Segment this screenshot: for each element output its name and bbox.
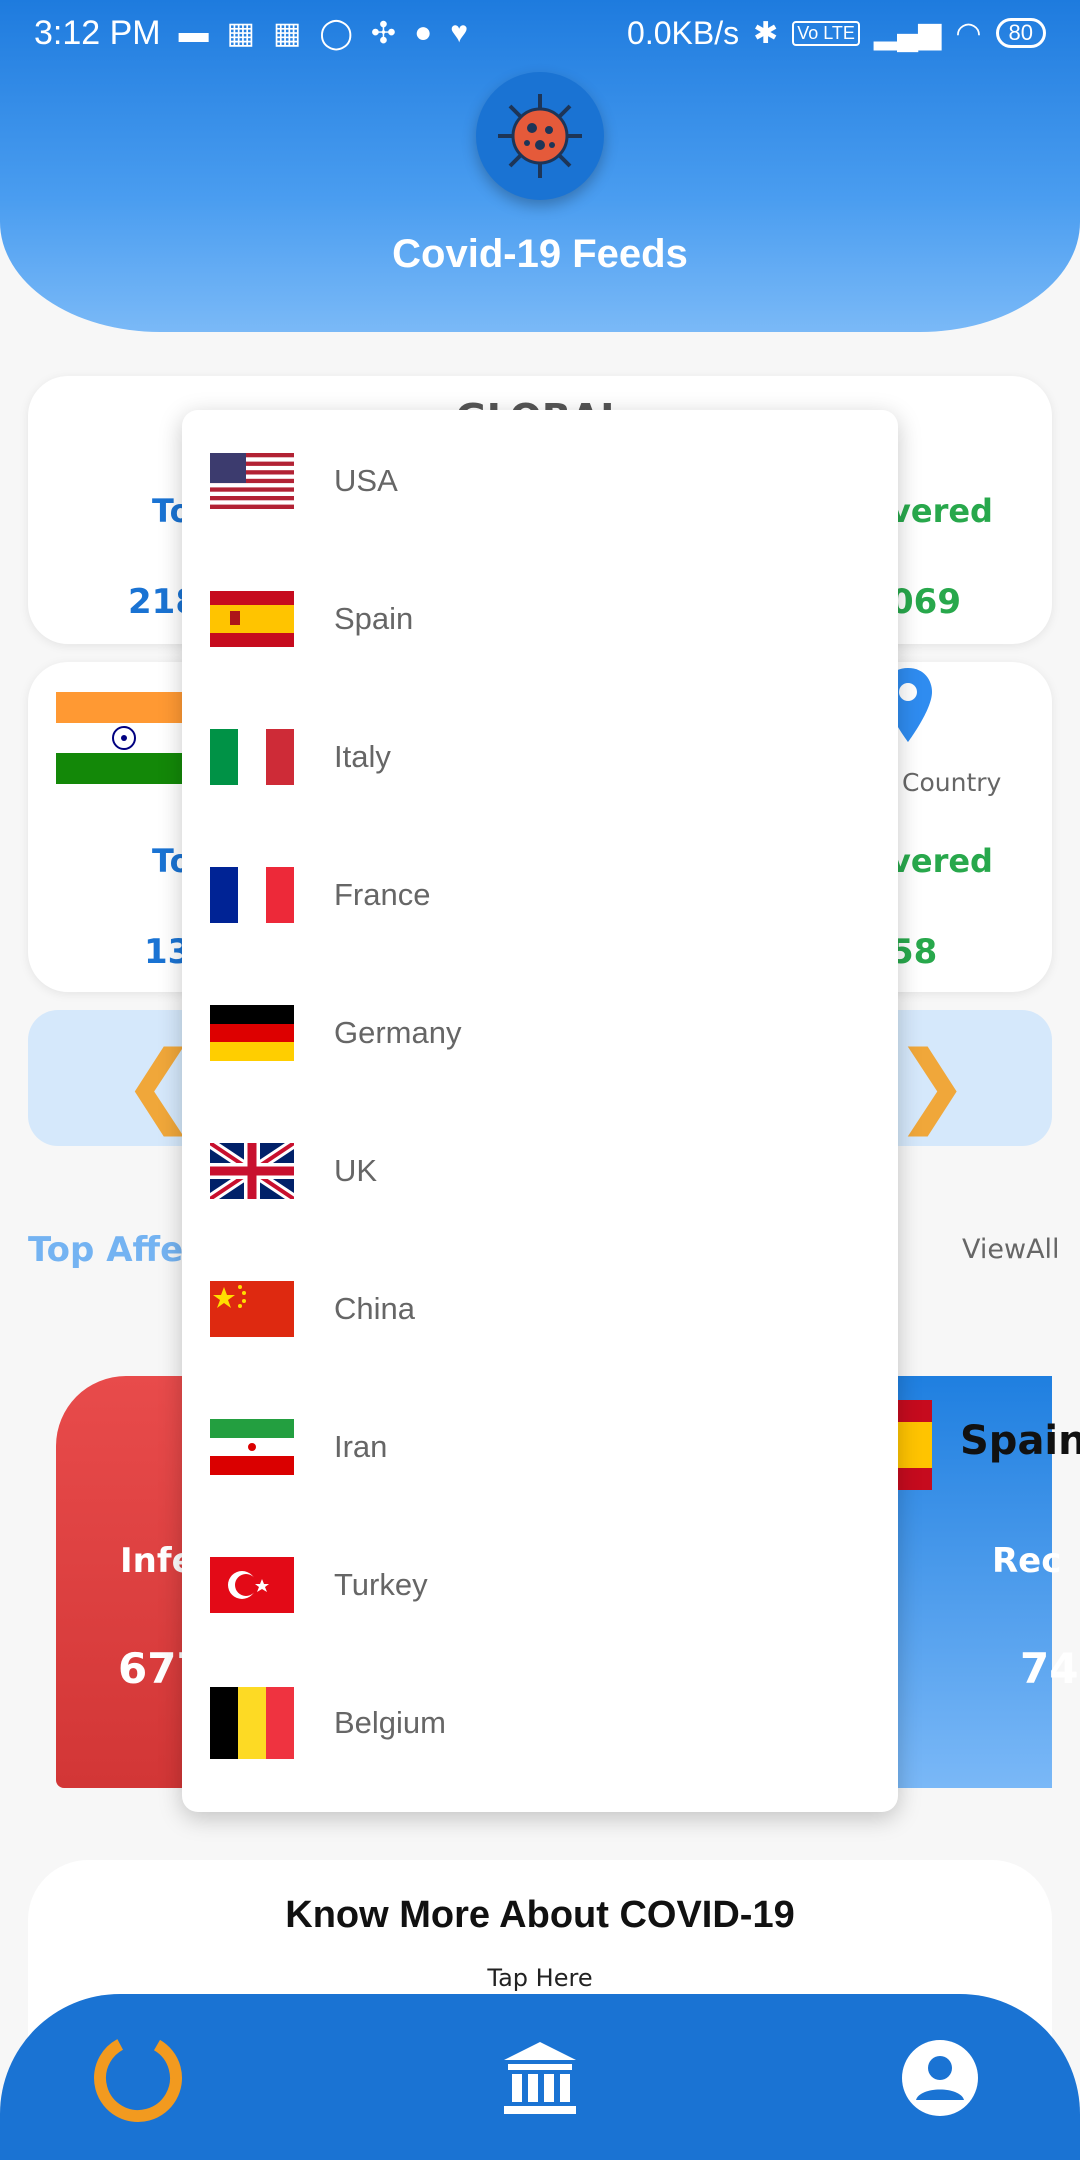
dropdown-item-uk[interactable]: UK <box>182 1102 898 1240</box>
dropdown-item-label: Spain <box>334 601 414 636</box>
know-more-subtitle[interactable]: Tap Here <box>28 1964 1052 1992</box>
drop-icon: ● <box>414 16 433 49</box>
dropdown-item-turkey[interactable]: Turkey <box>182 1516 898 1654</box>
dropdown-item-label: Italy <box>334 739 391 774</box>
france-flag <box>210 867 294 923</box>
dropdown-item-label: Turkey <box>334 1567 428 1602</box>
bank-icon[interactable] <box>492 2030 588 2126</box>
dropdown-item-label: USA <box>334 463 398 498</box>
dropdown-item-label: Germany <box>334 1015 462 1050</box>
dropdown-item-label: France <box>334 877 431 912</box>
network-speed: 0.0KB/s <box>627 14 740 51</box>
status-bar: 3:12 PM ▬ ▦ ▦ ◯ ✣ ● ♥ 0.0KB/s ✱ Vo LTE ▂… <box>0 0 1080 66</box>
spain-recovered-label: Rec <box>992 1541 1062 1581</box>
china-flag <box>210 1281 294 1337</box>
signal-icon: ▂▄▆ <box>873 16 942 50</box>
dropdown-item-usa[interactable]: USA <box>182 412 898 550</box>
heart-icon: ♥ <box>450 16 468 49</box>
battery-indicator: 80 <box>995 18 1046 48</box>
dropdown-item-label: China <box>334 1291 415 1326</box>
spain-flag <box>210 591 294 647</box>
volte-badge: Vo LTE <box>792 20 860 46</box>
search-app-icon: ◯ <box>319 16 353 50</box>
italy-flag <box>210 729 294 785</box>
profile-icon[interactable] <box>892 2030 988 2126</box>
belgium-flag <box>210 1687 294 1759</box>
global-recovered-value: 069 <box>890 582 961 622</box>
bottom-nav <box>0 1994 1080 2160</box>
stats-ring-icon[interactable] <box>90 2030 186 2126</box>
bluetooth-icon: ✱ <box>753 16 779 50</box>
status-time: 3:12 PM <box>34 13 161 52</box>
dropdown-item-spain[interactable]: Spain <box>182 550 898 688</box>
calc-icon: ▦ <box>226 16 255 50</box>
country-dropdown: USA Spain Italy France Germany UK China … <box>182 410 898 1812</box>
dropdown-item-iran[interactable]: Iran <box>182 1378 898 1516</box>
wifi-icon: ◠ <box>955 16 982 50</box>
dropdown-item-label: Iran <box>334 1429 388 1464</box>
chevron-right-icon[interactable]: ❯ <box>894 1032 969 1137</box>
dropdown-item-germany[interactable]: Germany <box>182 964 898 1102</box>
iran-flag <box>210 1419 294 1475</box>
dropdown-item-china[interactable]: China <box>182 1240 898 1378</box>
dropdown-item-italy[interactable]: Italy <box>182 688 898 826</box>
virus-icon <box>476 72 604 200</box>
dropdown-item-france[interactable]: France <box>182 826 898 964</box>
spain-name: Spain <box>960 1418 1080 1464</box>
spain-recovered-value: 74 <box>1020 1644 1079 1693</box>
uk-flag <box>210 1143 294 1199</box>
dropdown-item-label: UK <box>334 1153 378 1188</box>
usa-flag <box>210 453 294 509</box>
fan-icon: ✣ <box>370 16 397 50</box>
global-recovered-label: vered <box>890 492 993 530</box>
turkey-flag <box>210 1557 294 1613</box>
app-title: Covid-19 Feeds <box>392 232 688 276</box>
select-country-label[interactable]: Country <box>902 768 1001 797</box>
dropdown-item-belgium[interactable]: Belgium <box>182 1654 898 1792</box>
message-icon: ▬ <box>178 16 209 49</box>
country-recovered-label: vered <box>890 842 993 880</box>
top-affected-title: Top Affec <box>28 1230 204 1270</box>
germany-flag <box>210 1005 294 1061</box>
know-more-title: Know More About COVID-19 <box>285 1894 795 1936</box>
view-all-link[interactable]: ViewAll <box>962 1234 1060 1265</box>
app-header: 3:12 PM ▬ ▦ ▦ ◯ ✣ ● ♥ 0.0KB/s ✱ Vo LTE ▂… <box>0 0 1080 332</box>
dropdown-item-label: Belgium <box>334 1705 446 1740</box>
calc-icon-2: ▦ <box>272 16 302 50</box>
